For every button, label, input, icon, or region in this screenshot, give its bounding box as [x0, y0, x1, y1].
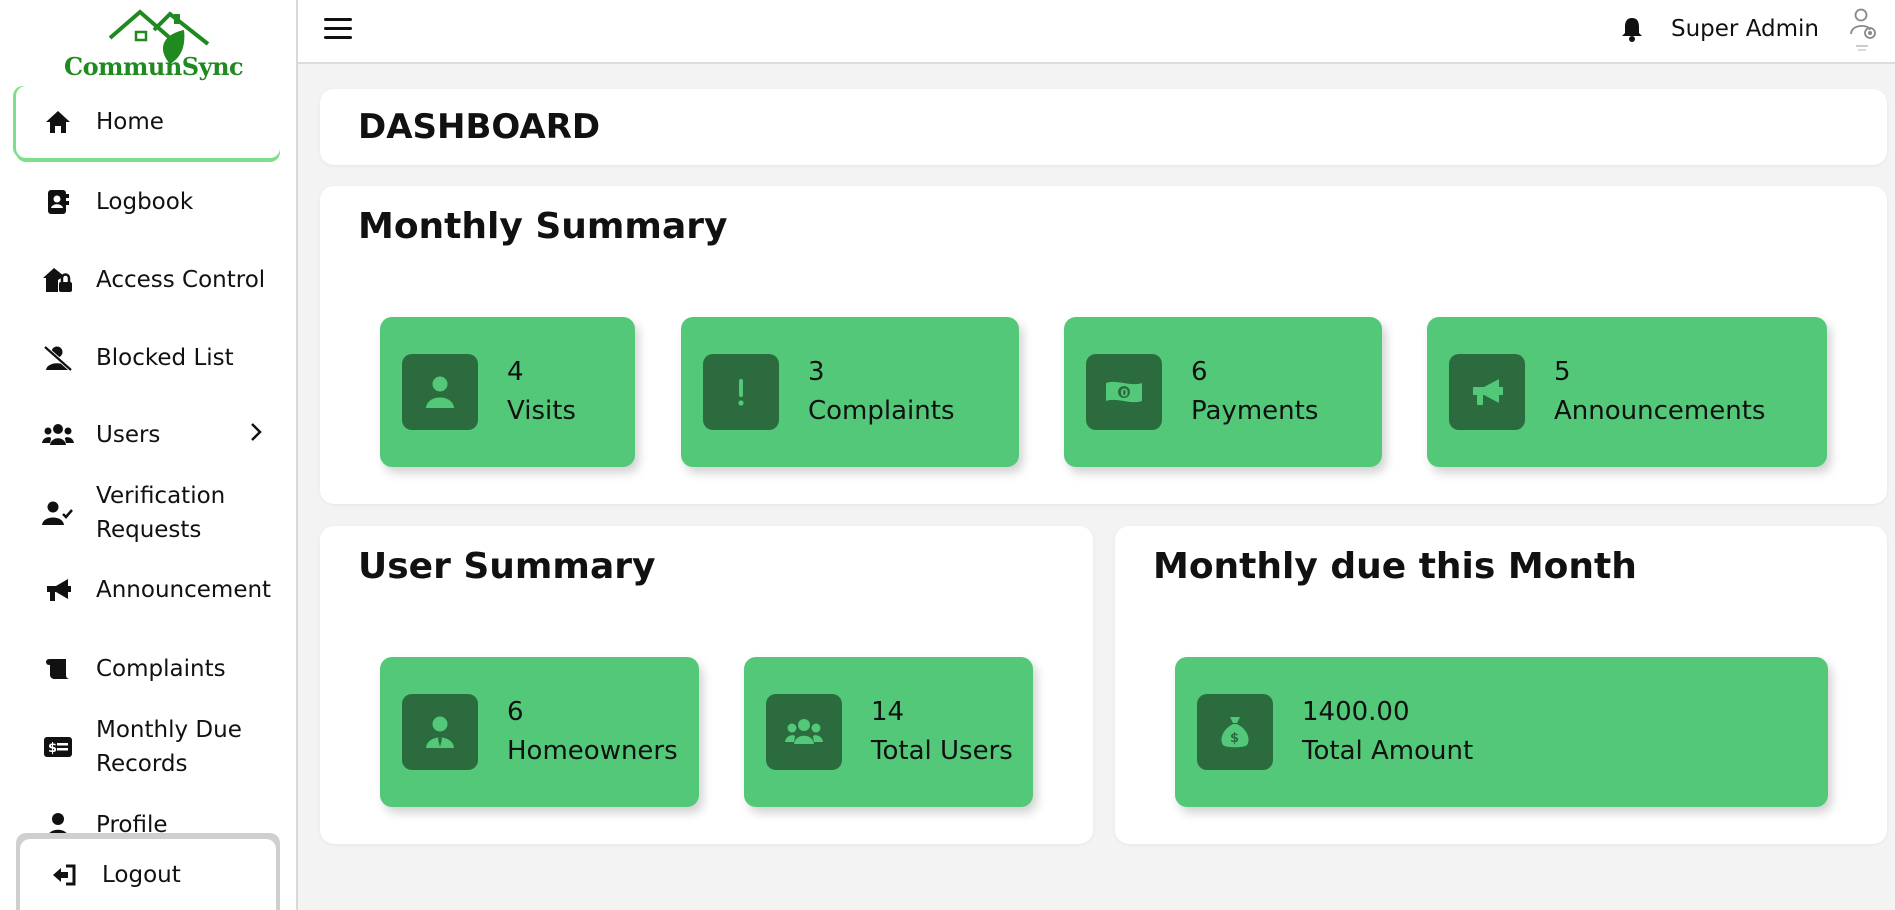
sidebar-item-complaints[interactable]: Complaints — [16, 647, 280, 691]
stat-label: Total Users — [871, 736, 1013, 766]
user-check-icon — [38, 493, 78, 533]
svg-text:$: $ — [1230, 731, 1239, 746]
section-title: User Summary — [358, 546, 656, 587]
svg-text:$: $ — [48, 741, 57, 756]
logbook-icon — [38, 182, 78, 222]
section-title: Monthly Summary — [358, 206, 728, 247]
stat-value: 1400.00 — [1302, 697, 1410, 727]
avatar-settings-icon[interactable] — [1848, 8, 1878, 56]
hamburger-menu-icon[interactable] — [324, 18, 352, 42]
sidebar-item-verification-requests[interactable]: Verification Requests — [16, 478, 280, 548]
stat-value: 4 — [507, 357, 524, 387]
page-title: DASHBOARD — [358, 107, 601, 147]
top-bar: Super Admin — [298, 0, 1895, 64]
stat-label: Total Amount — [1302, 736, 1474, 766]
stat-value: 3 — [808, 357, 825, 387]
page-header-card: DASHBOARD — [320, 89, 1887, 165]
sidebar-item-label: Verification Requests — [96, 483, 226, 543]
stat-value: 14 — [871, 697, 905, 727]
visits-stat-card[interactable]: 4 Visits — [380, 317, 635, 467]
megaphone-icon — [38, 570, 78, 610]
house-lock-icon — [38, 260, 78, 300]
sidebar-item-access-control[interactable]: Access Control — [16, 258, 280, 302]
total-users-stat-card[interactable]: 14 Total Users — [744, 657, 1033, 807]
sidebar-item-label: Access Control — [96, 267, 266, 293]
scroll-icon — [38, 649, 78, 689]
sidebar: CommunSync Home Logbook Access Control B… — [0, 0, 298, 910]
homeowners-stat-card[interactable]: 6 Homeowners — [380, 657, 699, 807]
user-summary-card: User Summary 6 Homeowners 14 Total Users — [320, 526, 1093, 844]
complaints-stat-card[interactable]: 3 Complaints — [681, 317, 1019, 467]
sidebar-item-blocked-list[interactable]: Blocked List — [16, 336, 280, 380]
app-logo[interactable]: CommunSync — [60, 4, 244, 82]
users-icon — [766, 694, 842, 770]
home-icon — [38, 102, 78, 142]
sidebar-item-monthly-due-records[interactable]: $ Monthly Due Records — [16, 712, 280, 782]
stat-label: Visits — [507, 396, 576, 426]
users-icon — [38, 415, 78, 455]
sidebar-item-label: Home — [96, 109, 164, 135]
brand-name: CommunSync — [64, 52, 244, 81]
stat-value: 6 — [507, 697, 524, 727]
logout-container: Logout — [16, 833, 280, 910]
chevron-right-icon[interactable] — [250, 422, 262, 448]
stat-label: Homeowners — [507, 736, 678, 766]
money-bill-icon: 0 — [1086, 354, 1162, 430]
sidebar-item-users[interactable]: Users — [16, 413, 280, 457]
money-bag-icon: $ — [1197, 694, 1273, 770]
logout-label: Logout — [102, 861, 181, 888]
sidebar-item-announcement[interactable]: Announcement — [16, 568, 280, 612]
total-amount-stat-card[interactable]: $ 1400.00 Total Amount — [1175, 657, 1828, 807]
sidebar-item-label: Complaints — [96, 656, 226, 682]
stat-label: Payments — [1191, 396, 1319, 426]
sidebar-item-home[interactable]: Home — [16, 86, 280, 158]
sidebar-item-label: Users — [96, 422, 161, 448]
sidebar-item-label: Monthly Due Records — [96, 717, 242, 777]
sign-out-icon — [44, 855, 84, 895]
sidebar-item-label: Announcement — [96, 577, 272, 603]
stat-value: 5 — [1554, 357, 1571, 387]
bell-icon[interactable] — [1620, 16, 1644, 46]
logout-button[interactable]: Logout — [20, 839, 276, 910]
stat-label: Complaints — [808, 396, 955, 426]
sidebar-item-label: Logbook — [96, 189, 194, 215]
section-title: Monthly due this Month — [1153, 546, 1637, 587]
admin-name[interactable]: Super Admin — [1671, 16, 1819, 42]
user-tie-icon — [402, 694, 478, 770]
sidebar-item-logbook[interactable]: Logbook — [16, 180, 280, 224]
svg-text:0: 0 — [1121, 387, 1129, 400]
stat-value: 6 — [1191, 357, 1208, 387]
megaphone-icon — [1449, 354, 1525, 430]
user-icon — [402, 354, 478, 430]
money-card-icon: $ — [38, 727, 78, 767]
stat-label: Announcements — [1554, 396, 1766, 426]
exclamation-icon — [703, 354, 779, 430]
monthly-summary-card: Monthly Summary 4 Visits 3 Complaints 0 … — [320, 186, 1887, 504]
payments-stat-card[interactable]: 0 6 Payments — [1064, 317, 1382, 467]
announcements-stat-card[interactable]: 5 Announcements — [1427, 317, 1827, 467]
sidebar-item-label: Blocked List — [96, 345, 234, 371]
user-slash-icon — [38, 338, 78, 378]
monthly-due-card: Monthly due this Month $ 1400.00 Total A… — [1115, 526, 1887, 844]
